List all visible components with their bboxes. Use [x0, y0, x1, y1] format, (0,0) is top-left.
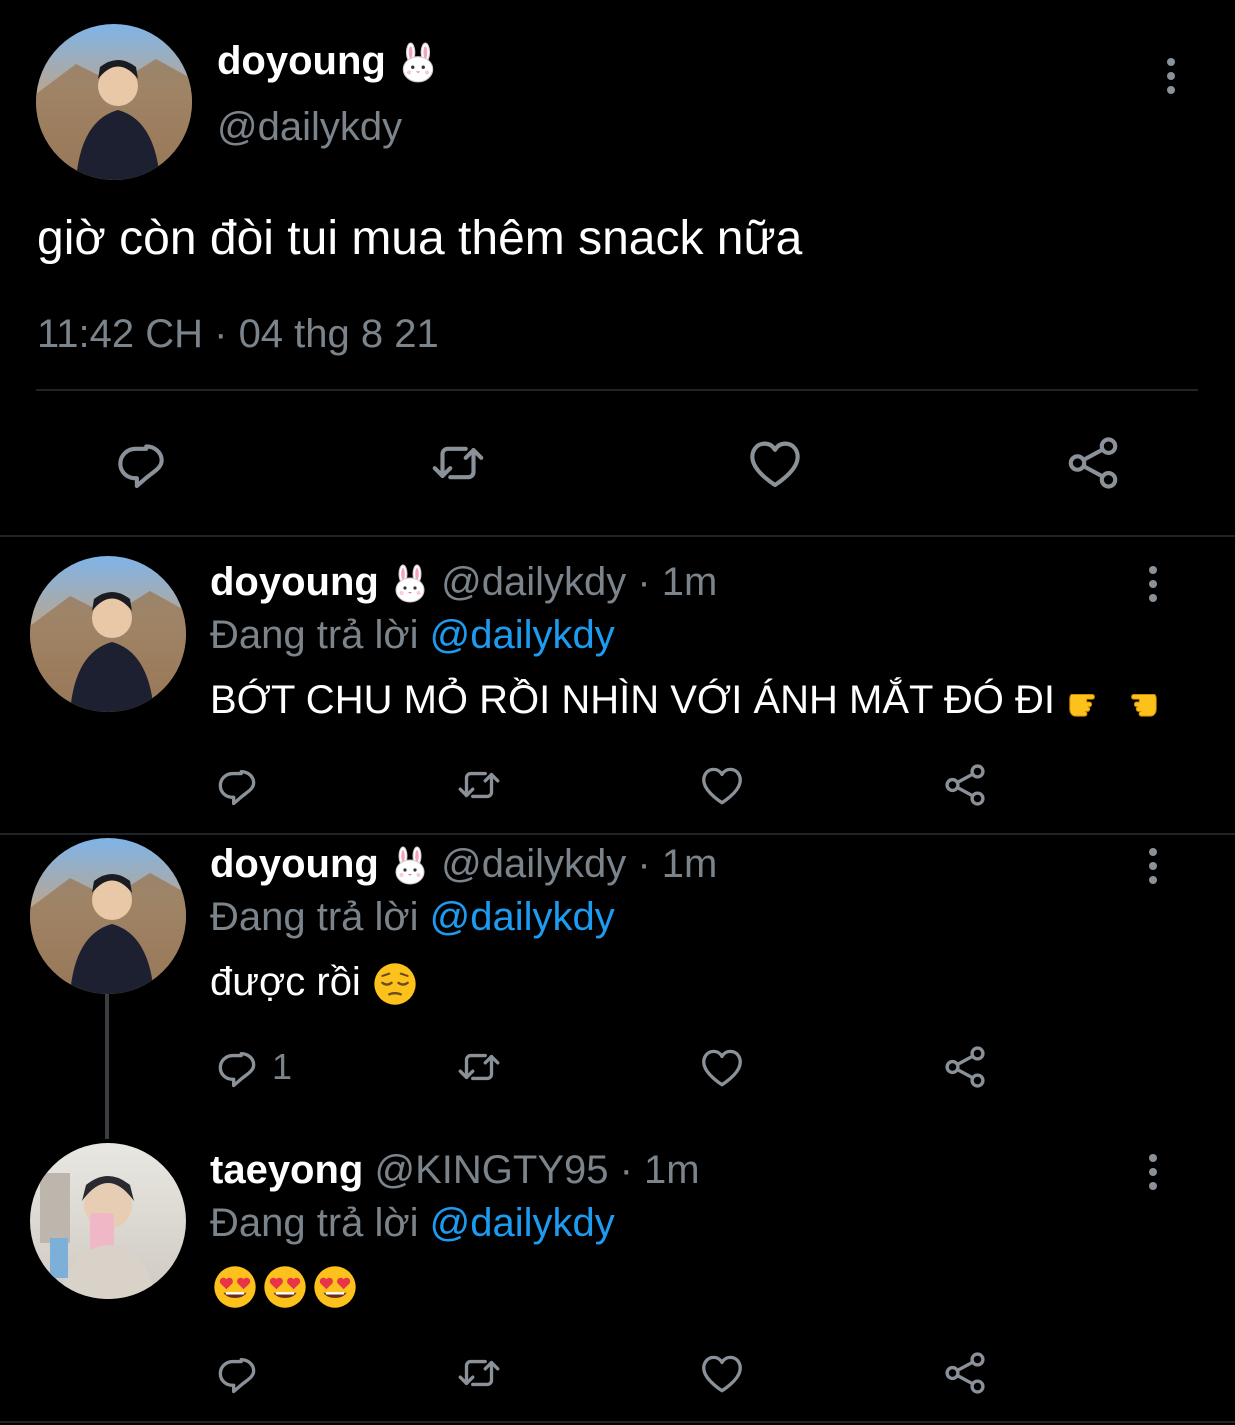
heart-eyes-emoji-icon	[212, 1264, 258, 1310]
like-icon[interactable]	[696, 1042, 748, 1092]
reply-avatar[interactable]	[30, 1143, 186, 1299]
reply-time[interactable]: · 1m	[637, 842, 717, 886]
pointing-hands-emoji-icon	[1066, 682, 1160, 722]
reply-text: BỚT CHU MỎ RỒI NHÌN VỚI ÁNH MẮT ĐÓ ĐI	[210, 678, 1055, 722]
heart-eyes-emoji-icon	[262, 1264, 308, 1310]
reply-avatar[interactable]	[30, 838, 186, 994]
share-icon[interactable]	[940, 760, 990, 810]
section-divider	[0, 833, 1235, 835]
tweet-text: giờ còn đòi tui mua thêm snack nữa	[37, 212, 803, 265]
author-name[interactable]: doyoung	[217, 39, 386, 83]
reply-time[interactable]: · 1m	[620, 1148, 700, 1192]
reply-author-name[interactable]: doyoung	[210, 560, 379, 604]
reply-action[interactable]: 1	[212, 1042, 292, 1092]
reply-text: được rồi	[210, 960, 361, 1004]
retweet-icon[interactable]	[452, 760, 506, 810]
like-icon[interactable]	[696, 1348, 748, 1398]
reply-icon[interactable]	[212, 760, 262, 810]
reply-author-name[interactable]: doyoung	[210, 842, 379, 886]
reply-text	[212, 1264, 358, 1310]
replying-to-label: Đang trả lời	[210, 1201, 419, 1245]
tweet-timestamp[interactable]: 11:42 CH · 04 thg 8 21	[37, 310, 439, 358]
more-options-icon[interactable]	[1138, 844, 1168, 888]
reply-count: 1	[272, 1046, 293, 1087]
reply-handle[interactable]: @dailykdy	[441, 560, 626, 604]
reply-avatar[interactable]	[30, 556, 186, 712]
section-divider	[0, 1421, 1235, 1423]
retweet-icon[interactable]	[452, 1042, 506, 1092]
like-icon[interactable]	[744, 432, 806, 494]
reply-icon[interactable]	[212, 1348, 262, 1398]
retweet-icon[interactable]	[452, 1348, 506, 1398]
more-options-icon[interactable]	[1156, 54, 1186, 98]
share-icon[interactable]	[940, 1042, 990, 1092]
rabbit-emoji-icon	[390, 564, 430, 604]
rabbit-emoji-icon	[397, 42, 439, 84]
replying-to-link[interactable]: @dailykdy	[430, 1201, 615, 1245]
author-avatar[interactable]	[36, 24, 192, 180]
replying-to-link[interactable]: @dailykdy	[430, 895, 615, 939]
share-icon[interactable]	[940, 1348, 990, 1398]
replying-to-link[interactable]: @dailykdy	[430, 613, 615, 657]
more-options-icon[interactable]	[1138, 562, 1168, 606]
pensive-face-emoji-icon	[372, 961, 418, 1007]
divider	[36, 389, 1198, 391]
more-options-icon[interactable]	[1138, 1150, 1168, 1194]
heart-eyes-emoji-icon	[312, 1264, 358, 1310]
section-divider	[0, 535, 1235, 537]
author-handle[interactable]: @dailykdy	[217, 104, 402, 150]
reply-handle[interactable]: @KINGTY95	[374, 1148, 608, 1192]
reply-icon[interactable]	[110, 432, 172, 494]
thread-line	[105, 994, 109, 1139]
reply-icon[interactable]	[212, 1042, 262, 1092]
reply-handle[interactable]: @dailykdy	[441, 842, 626, 886]
like-icon[interactable]	[696, 760, 748, 810]
replying-to-label: Đang trả lời	[210, 613, 419, 657]
reply-time[interactable]: · 1m	[637, 560, 717, 604]
retweet-icon[interactable]	[425, 432, 491, 494]
rabbit-emoji-icon	[390, 846, 430, 886]
share-icon[interactable]	[1062, 432, 1124, 494]
reply-author-name[interactable]: taeyong	[210, 1148, 363, 1192]
replying-to-label: Đang trả lời	[210, 895, 419, 939]
